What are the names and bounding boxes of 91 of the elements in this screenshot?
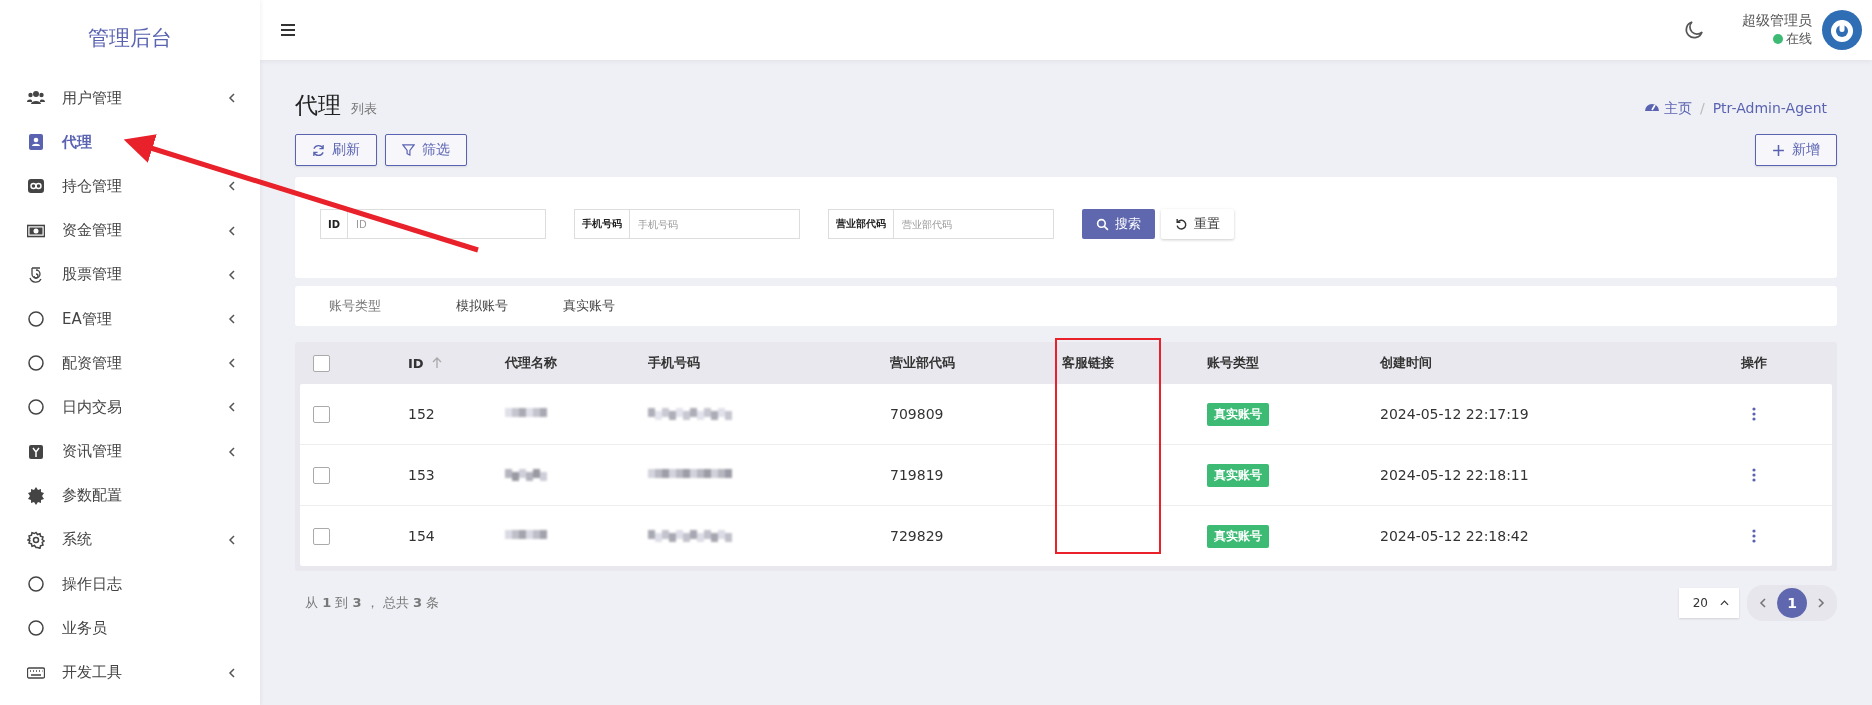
checkbox[interactable]: [313, 466, 330, 484]
table-cell: 729829: [890, 528, 944, 544]
sidebar-item[interactable]: 资讯管理: [0, 429, 260, 474]
table-cell: 719819: [890, 467, 944, 483]
reset-icon: [1175, 217, 1188, 231]
table-cell: 153: [408, 467, 435, 483]
circle-icon: [27, 619, 45, 638]
sidebar-item[interactable]: 资金管理: [0, 208, 260, 253]
account-type-tag: 真实账号: [1207, 402, 1269, 426]
sidebar-item[interactable]: 操作日志: [0, 562, 260, 607]
filter-icon: [402, 143, 415, 157]
breadcrumb-link[interactable]: 主页: [1663, 100, 1692, 118]
sidebar-item[interactable]: 参数配置: [0, 473, 260, 518]
badge-icon: [27, 177, 45, 196]
sidebar-item[interactable]: 系统: [0, 517, 260, 563]
more-icon[interactable]: [1751, 529, 1756, 543]
breadcrumb-separator: /: [1699, 100, 1705, 116]
sidebar-item[interactable]: 日内交易: [0, 385, 260, 430]
search-icon: [1096, 217, 1109, 231]
sidebar-title: 管理后台: [87, 25, 173, 52]
blurred-text: [505, 530, 547, 542]
page-button[interactable]: 1: [1777, 588, 1807, 618]
table-cell: 709809: [890, 406, 944, 422]
checkbox[interactable]: [313, 405, 330, 423]
input-field[interactable]: ID: [348, 209, 546, 239]
previous-page-icon[interactable]: [1759, 597, 1767, 609]
avatar-icon[interactable]: [1822, 10, 1862, 50]
column-header: 客服链接: [1062, 354, 1114, 372]
account-type-tag: 真实账号: [1207, 524, 1269, 548]
plus-icon: [1772, 143, 1785, 157]
refresh-icon: [312, 143, 325, 157]
user-name: 超级管理员: [1742, 12, 1812, 30]
input-field[interactable]: 手机号码: [630, 209, 800, 239]
sidebar-item[interactable]: 股票管理: [0, 252, 260, 297]
account-type-tab[interactable]: 模拟账号: [456, 297, 508, 315]
column-header: 账号类型: [1207, 354, 1259, 372]
sidebar-item[interactable]: 用户管理: [0, 76, 260, 121]
breadcrumb-current: Ptr-Admin-Agent: [1712, 100, 1827, 116]
table-cell: 154: [408, 528, 435, 544]
table-cell: 2024-05-12 22:18:42: [1380, 528, 1529, 544]
sidebar-item[interactable]: 业务员: [0, 606, 260, 651]
status-dot: [1773, 34, 1783, 44]
page-title: 代理: [295, 91, 341, 120]
field-label: 手机号码: [574, 209, 630, 239]
contact-card-icon: [27, 133, 45, 152]
user-status: 在线: [1786, 30, 1812, 48]
column-header: 手机号码: [648, 354, 700, 372]
sidebar-item[interactable]: 开发工具: [0, 650, 260, 695]
circle-icon: [27, 354, 45, 373]
table-cell: 152: [408, 406, 435, 422]
filter-button[interactable]: 筛选: [385, 134, 467, 166]
square-letter-icon: [27, 442, 45, 461]
circle-icon: [27, 310, 45, 329]
sidebar-item[interactable]: 代理: [0, 120, 260, 165]
sort-arrow-icon[interactable]: [431, 357, 442, 369]
pagination-summary: 从 1 到 3 ， 总共 3 条: [305, 594, 440, 612]
blurred-text: [505, 469, 547, 481]
blurred-text: [505, 408, 547, 420]
column-header: 创建时间: [1380, 354, 1432, 372]
column-header: 代理名称: [505, 354, 557, 372]
table-cell: 2024-05-12 22:17:19: [1380, 406, 1529, 422]
sidebar-item[interactable]: 配资管理: [0, 341, 260, 386]
search-button[interactable]: 搜索: [1082, 209, 1155, 239]
settings-icon: [27, 530, 45, 549]
more-icon[interactable]: [1751, 468, 1756, 482]
page-size-select[interactable]: 20: [1678, 588, 1739, 618]
next-page-icon[interactable]: [1817, 597, 1825, 609]
reset-button[interactable]: 重置: [1161, 209, 1234, 239]
sidebar-item[interactable]: 持仓管理: [0, 164, 260, 209]
field-label: 营业部代码: [828, 209, 894, 239]
column-header: ID: [408, 355, 424, 371]
burst-icon: [27, 486, 45, 505]
filter-label: 账号类型: [329, 297, 381, 315]
sidebar-item[interactable]: EA管理: [0, 296, 260, 342]
table-cell: 2024-05-12 22:18:11: [1380, 467, 1529, 483]
caret-icon: [1720, 600, 1729, 606]
input-field[interactable]: 营业部代码: [894, 209, 1054, 239]
circle-icon: [27, 575, 45, 594]
account-type-tag: 真实账号: [1207, 463, 1269, 487]
circle-icon: [27, 398, 45, 417]
column-header: 操作: [1740, 354, 1767, 372]
account-type-tab[interactable]: 真实账号: [563, 297, 615, 315]
checkbox[interactable]: [313, 527, 330, 545]
page-subtitle: 列表: [351, 100, 377, 118]
column-header: 营业部代码: [890, 354, 955, 372]
moon-icon[interactable]: [1684, 20, 1704, 40]
menu-icon[interactable]: [280, 23, 296, 37]
refresh-button[interactable]: 刷新: [295, 134, 377, 166]
more-icon[interactable]: [1751, 407, 1756, 421]
add-button[interactable]: 新增: [1755, 134, 1837, 166]
checkbox[interactable]: [313, 354, 330, 372]
